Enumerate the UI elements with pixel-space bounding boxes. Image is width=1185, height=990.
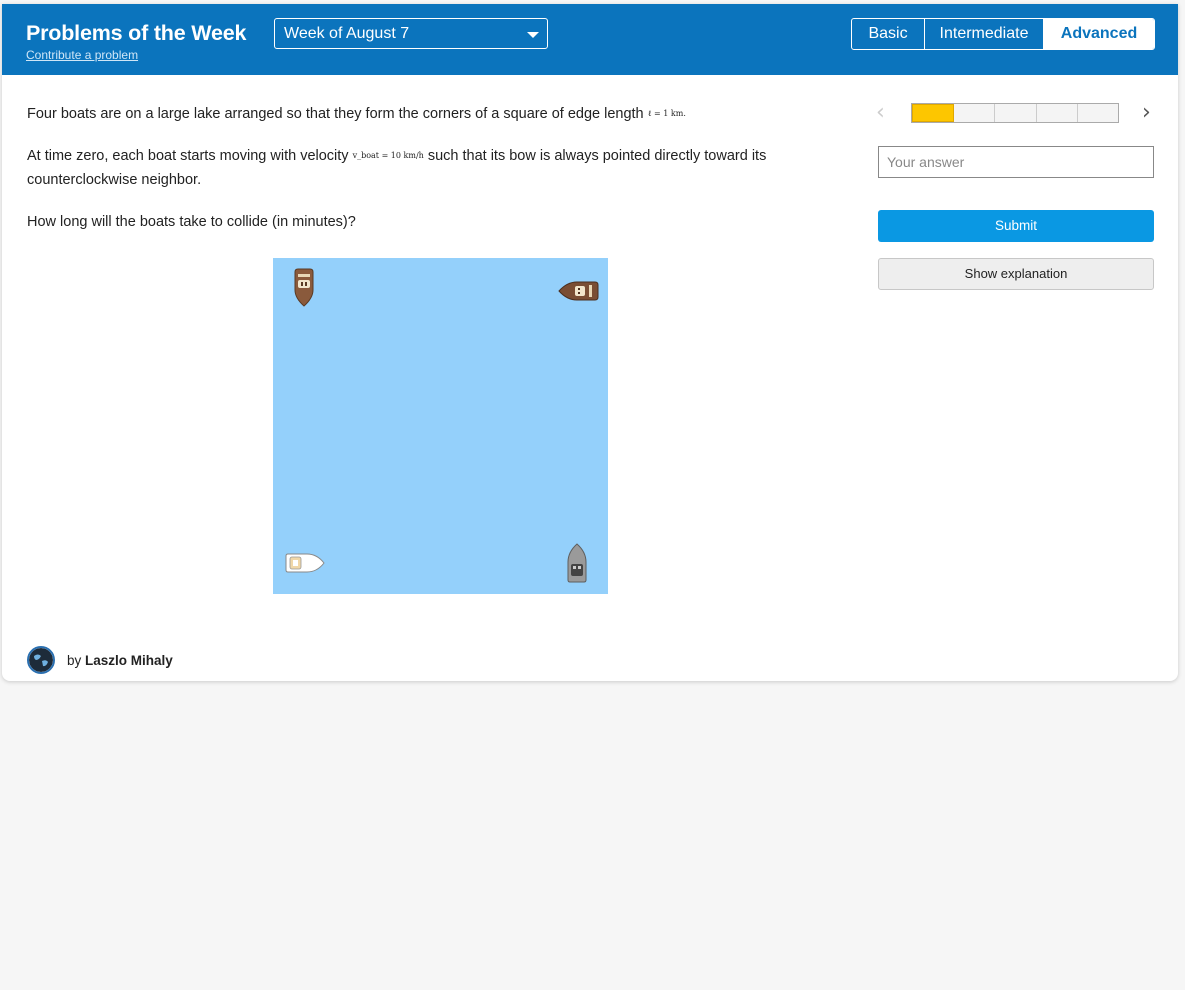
problem-paragraph-1: Four boats are on a large lake arranged …: [27, 102, 817, 126]
boat-brown-top-left: [294, 268, 314, 307]
boat-white-bottom-left: [285, 553, 325, 573]
chevron-right-icon: ›: [1142, 100, 1151, 125]
boat-brown-top-right: [558, 281, 599, 301]
avatar: [27, 646, 55, 674]
progress-segment-current[interactable]: [912, 104, 955, 122]
author-name[interactable]: Laszlo Mihaly: [85, 653, 173, 668]
progress-segment[interactable]: [995, 104, 1037, 122]
problem-progress: [911, 103, 1119, 123]
contribute-link[interactable]: Contribute a problem: [26, 48, 138, 62]
submit-button[interactable]: Submit: [878, 210, 1154, 242]
problem-question: How long will the boats take to collide …: [27, 214, 356, 230]
chevron-left-icon: ‹: [876, 100, 885, 125]
header-bar: Problems of the Week Contribute a proble…: [2, 4, 1178, 75]
problem-paragraph-2: At time zero, each boat starts moving wi…: [27, 144, 817, 192]
math-edge-length: ℓ = 1 km.: [647, 109, 686, 119]
page-title: Problems of the Week: [26, 21, 247, 45]
problem-text-1: Four boats are on a large lake arranged …: [27, 106, 648, 122]
author-prefix: by: [67, 652, 82, 668]
author-line: by Laszlo Mihaly: [67, 653, 173, 668]
next-problem-button[interactable]: ›: [1142, 102, 1151, 124]
tab-advanced[interactable]: Advanced: [1044, 19, 1154, 49]
week-dropdown-value: Week of August 7: [284, 25, 410, 42]
prev-problem-button[interactable]: ‹: [876, 102, 885, 124]
lake-illustration: [273, 258, 608, 594]
math-velocity: v_boat = 10 km/h: [352, 151, 424, 161]
answer-input[interactable]: Your answer: [878, 146, 1154, 178]
progress-segment[interactable]: [1037, 104, 1078, 122]
show-explanation-button[interactable]: Show explanation: [878, 258, 1154, 290]
week-dropdown[interactable]: Week of August 7: [274, 18, 548, 49]
tab-intermediate[interactable]: Intermediate: [925, 19, 1044, 49]
progress-segment[interactable]: [954, 104, 996, 122]
problem-card: Problems of the Week Contribute a proble…: [2, 4, 1178, 681]
author-credit: by Laszlo Mihaly: [27, 645, 173, 675]
level-tabs: Basic Intermediate Advanced: [851, 18, 1155, 50]
globe-icon: [29, 648, 53, 672]
progress-segment[interactable]: [1078, 104, 1118, 122]
chevron-down-icon: [527, 32, 539, 38]
tab-basic[interactable]: Basic: [852, 19, 925, 49]
boat-gray-bottom-right: [567, 543, 587, 583]
problem-text-2a: At time zero, each boat starts moving wi…: [27, 148, 353, 164]
